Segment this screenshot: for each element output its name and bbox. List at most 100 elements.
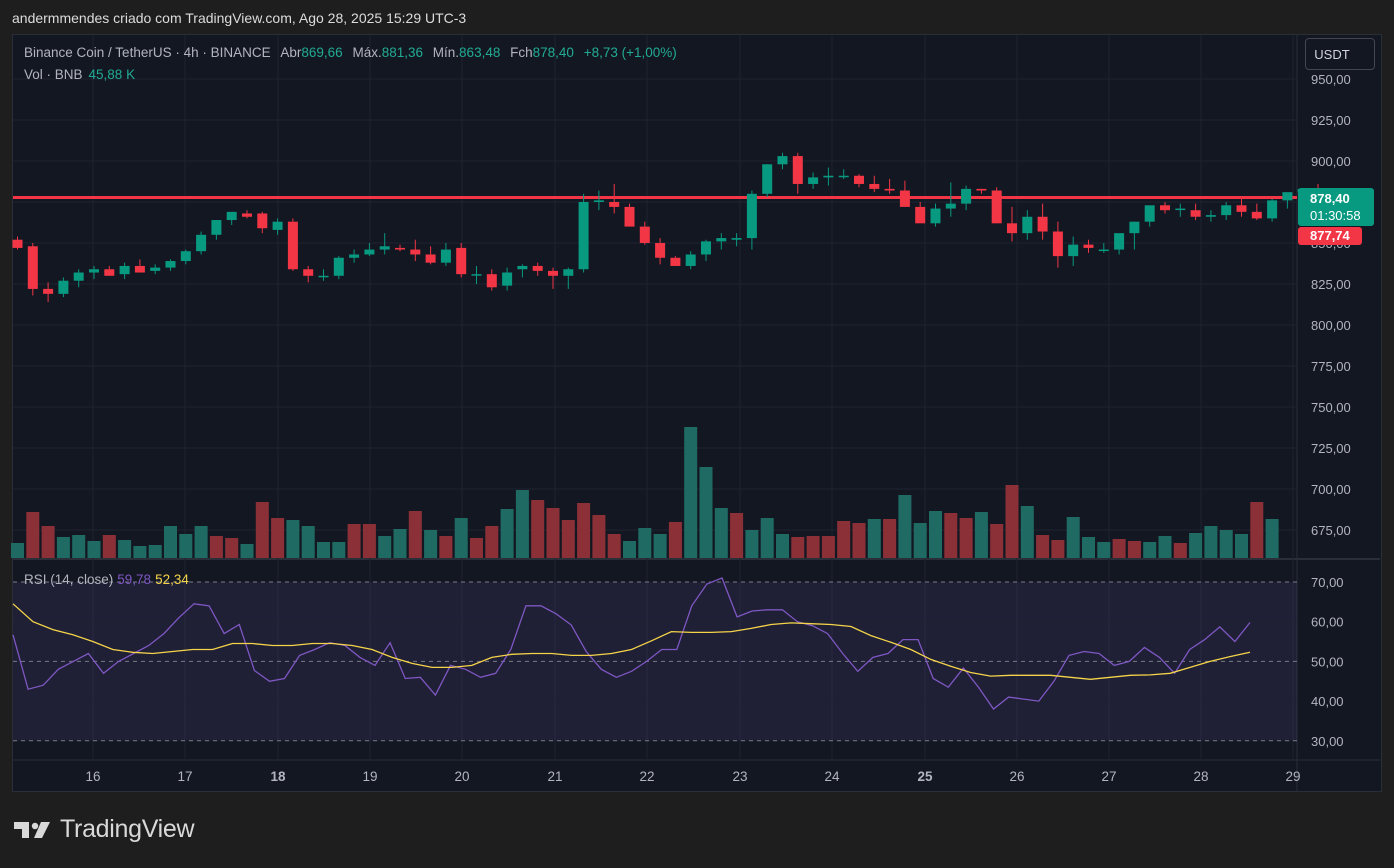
volume-bar xyxy=(1097,542,1111,558)
volume-bar xyxy=(148,545,162,558)
volume-bar xyxy=(11,543,24,558)
candle-body xyxy=(12,239,23,248)
candle-body xyxy=(930,208,941,224)
volume-bar xyxy=(102,535,116,558)
rsi-axis-label: 60,00 xyxy=(1311,615,1344,630)
volume-bar xyxy=(286,520,300,558)
candle-body xyxy=(670,257,681,266)
candle-body xyxy=(1205,215,1216,217)
volume-bar xyxy=(1250,502,1264,558)
tradingview-logo-text: TradingView xyxy=(60,815,195,843)
volume-bar xyxy=(1173,543,1187,558)
candle-body xyxy=(609,202,620,207)
candle-body xyxy=(180,251,191,262)
volume-bar xyxy=(1235,534,1248,558)
volume-bar xyxy=(332,542,346,558)
time-axis-label: 25 xyxy=(917,769,933,784)
candle-body xyxy=(823,175,834,178)
volume-bar xyxy=(255,502,269,558)
candle-body xyxy=(425,254,436,263)
volume-bar xyxy=(577,503,591,558)
time-axis-label: 21 xyxy=(547,769,562,784)
volume-label[interactable]: Vol · BNB xyxy=(24,67,83,82)
candle-body xyxy=(318,275,329,278)
price-axis-label: 950,00 xyxy=(1311,72,1351,87)
volume-bar xyxy=(1265,519,1279,558)
volume-bar xyxy=(515,490,529,558)
volume-bar xyxy=(26,512,40,558)
candle-body xyxy=(456,247,467,275)
last-price: 878,40 xyxy=(1310,191,1350,206)
volume-bar xyxy=(760,518,774,558)
candle-body xyxy=(777,156,788,165)
volume-bar xyxy=(1158,536,1172,558)
low-value: 863,48 xyxy=(459,45,501,60)
volume-bar xyxy=(56,537,70,558)
volume-bar xyxy=(1066,517,1080,558)
volume-bar xyxy=(439,536,453,558)
volume-bar xyxy=(776,534,789,558)
candle-body xyxy=(1236,205,1247,212)
volume-bar xyxy=(959,518,973,558)
volume-bar xyxy=(714,508,728,558)
candle-body xyxy=(838,175,849,178)
symbol-label[interactable]: Binance Coin / TetherUS · 4h · BINANCE xyxy=(24,45,271,60)
candle-body xyxy=(272,221,283,230)
volume-bar xyxy=(1204,526,1218,558)
volume-bar xyxy=(408,511,422,558)
time-axis-label: 20 xyxy=(454,769,469,784)
candle-body xyxy=(395,247,405,250)
rsi-ma-value: 52,34 xyxy=(155,572,189,587)
volume-bar xyxy=(883,519,897,558)
candle-body xyxy=(685,254,696,266)
volume-bar xyxy=(1082,537,1095,558)
volume-bar xyxy=(684,427,698,558)
volume-legend: Vol · BNB 45,88 K xyxy=(24,67,135,82)
volume-bar xyxy=(424,530,438,558)
volume-bar xyxy=(378,536,392,558)
time-axis-label: 23 xyxy=(732,769,747,784)
tradingview-logo[interactable]: TradingView xyxy=(14,815,195,844)
volume-bar xyxy=(164,526,177,558)
candle-body xyxy=(593,200,604,202)
volume-bar xyxy=(1127,541,1141,558)
candle-body xyxy=(716,238,727,242)
volume-bar xyxy=(41,526,55,558)
volume-value: 45,88 K xyxy=(88,67,136,82)
price-axis-label: 800,00 xyxy=(1311,318,1351,333)
candle-body xyxy=(731,238,742,240)
candle-body xyxy=(1114,233,1125,250)
candle-body xyxy=(303,269,314,276)
candle-body xyxy=(792,156,803,184)
volume-bar xyxy=(929,511,942,558)
candle-body xyxy=(333,257,344,276)
volume-bars xyxy=(11,427,1279,558)
candle-body xyxy=(486,274,497,288)
candle-body xyxy=(1037,216,1048,232)
currency-button[interactable]: USDT xyxy=(1305,38,1375,70)
candle-body xyxy=(89,269,99,273)
candle-body xyxy=(884,188,895,191)
time-axis-label: 29 xyxy=(1285,769,1300,784)
time-axis-label: 16 xyxy=(85,769,100,784)
candle-body xyxy=(196,234,207,252)
candle-body xyxy=(104,269,115,276)
candle-body xyxy=(502,272,513,286)
candle-body xyxy=(1175,208,1186,211)
price-axis-label: 925,00 xyxy=(1311,113,1351,128)
candle-body xyxy=(563,269,574,276)
rsi-label[interactable]: RSI (14, close) xyxy=(24,572,113,587)
volume-bar xyxy=(638,528,652,558)
candle-body xyxy=(364,249,375,255)
volume-bar xyxy=(745,530,759,558)
candle-body xyxy=(379,246,390,250)
candle-body xyxy=(655,243,666,258)
time-axis-label: 28 xyxy=(1193,769,1208,784)
volume-bar xyxy=(1020,506,1034,558)
candle-body xyxy=(58,280,69,294)
candle-body xyxy=(915,206,926,224)
candle-body xyxy=(471,274,482,276)
volume-bar xyxy=(301,526,315,558)
candle-body xyxy=(287,221,298,270)
chart-canvas[interactable]: 675,00 700,00 725,00 750,00 775,00 800,00 825,… xyxy=(0,0,1394,868)
